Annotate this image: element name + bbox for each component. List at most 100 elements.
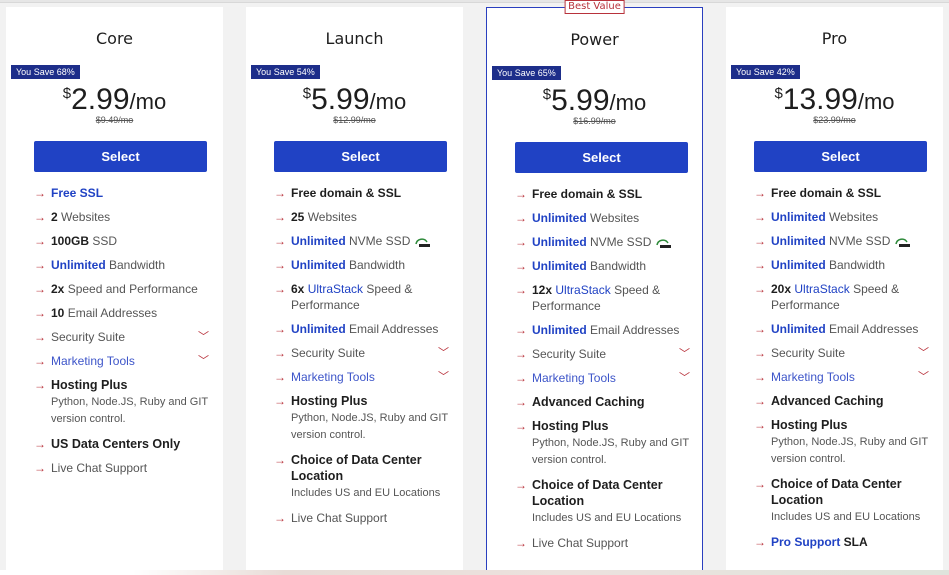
feature-highlight: Unlimited — [51, 258, 106, 272]
select-button[interactable]: Select — [754, 141, 927, 172]
feature-subtext: Python, Node.JS, Ruby and GIT version co… — [532, 437, 689, 466]
feature-dropdown[interactable]: → Marketing Tools ﹀ — [34, 353, 219, 369]
feature-item: → 20x UltraStack Speed & Performance — [754, 281, 939, 313]
feature-highlight: 2x — [51, 282, 65, 296]
feature-item: → 2x Speed and Performance — [34, 281, 219, 297]
arrow-right-icon: → — [515, 478, 527, 492]
arrow-right-icon: → — [274, 370, 286, 384]
feature-text: Bandwidth — [825, 258, 886, 272]
arrow-right-icon: → — [754, 370, 766, 384]
chevron-down-icon[interactable]: ﹀ — [438, 369, 449, 385]
plan-name: Core — [95, 29, 134, 48]
nvme-speed-icon — [654, 237, 672, 249]
feature-item: → Choice of Data Center Location Includes … — [515, 477, 700, 527]
feature-item: → Free domain & SSL — [274, 185, 459, 201]
feature-title: Hosting Plus — [532, 419, 609, 433]
arrow-right-icon: → — [515, 187, 527, 201]
feature-item: → Unlimited Email Addresses — [274, 321, 459, 337]
chevron-down-icon[interactable]: ﹀ — [198, 329, 209, 345]
feature-text: NVMe SSD — [586, 235, 652, 249]
feature-item: → Free SSL — [34, 185, 219, 201]
feature-item: → Pro Support SLA — [754, 534, 939, 550]
price: $5.99/mo — [487, 84, 702, 118]
ultrastack-link[interactable]: UltraStack — [794, 282, 849, 296]
arrow-right-icon: → — [274, 346, 286, 360]
arrow-right-icon: → — [34, 282, 46, 296]
feature-list: → Free SSL → 2 Websites → 100GB SSD → Unlimited… — [34, 185, 219, 484]
feature-subtext: Includes US and EU Locations — [532, 512, 682, 524]
feature-dropdown[interactable]: → Security Suite ﹀ — [34, 329, 219, 345]
feature-highlight: Free domain & SSL — [771, 186, 882, 200]
chevron-down-icon[interactable]: ﹀ — [918, 369, 929, 385]
plan-card-pro: Pro You Save 42% $13.99/mo $23.99/mo Select →… — [726, 7, 943, 575]
plan-card-power: Best Value Power You Save 65% $5.99/mo $16.9… — [486, 0, 703, 575]
feature-dropdown[interactable]: → Marketing Tools ﹀ — [274, 369, 459, 385]
arrow-right-icon: → — [754, 394, 766, 408]
chevron-down-icon[interactable]: ﹀ — [198, 353, 209, 369]
price-period: /mo — [369, 89, 407, 114]
currency-symbol: $ — [542, 86, 552, 103]
ultrastack-link[interactable]: UltraStack — [308, 282, 363, 296]
feature-dropdown[interactable]: → Security Suite ﹀ — [515, 346, 700, 362]
select-button[interactable]: Select — [34, 141, 207, 172]
feature-title: Advanced Caching — [532, 395, 645, 409]
feature-subtext: Includes US and EU Locations — [291, 487, 441, 499]
feature-item: → Hosting Plus Python, Node.JS, Ruby and G… — [274, 393, 459, 444]
feature-highlight: 10 — [51, 306, 65, 320]
bottom-strip — [0, 570, 949, 575]
feature-highlight: 100GB — [51, 234, 90, 248]
feature-text: Bandwidth — [105, 258, 166, 272]
select-button[interactable]: Select — [515, 142, 688, 173]
feature-text: Email Addresses — [586, 323, 680, 337]
feature-item: → Hosting Plus Python, Node.JS, Ruby and G… — [34, 377, 219, 428]
arrow-right-icon: → — [515, 419, 527, 433]
feature-item: → Unlimited NVMe SSD — [515, 234, 700, 250]
feature-highlight: Unlimited — [532, 235, 587, 249]
ultrastack-link[interactable]: UltraStack — [555, 283, 610, 297]
feature-highlight: Unlimited — [291, 234, 346, 248]
feature-highlight: Unlimited — [771, 234, 826, 248]
feature-list: → Free domain & SSL → Unlimited Websites → Un… — [754, 185, 939, 558]
chevron-down-icon[interactable]: ﹀ — [679, 346, 690, 362]
feature-text: Websites — [825, 210, 879, 224]
arrow-right-icon: → — [274, 234, 286, 248]
feature-item: → 2 Websites — [34, 209, 219, 225]
feature-highlight: Free domain & SSL — [291, 186, 402, 200]
feature-item: → Unlimited Websites — [515, 210, 700, 226]
save-badge: You Save 68% — [11, 65, 80, 79]
feature-item: → Unlimited Bandwidth — [754, 257, 939, 273]
feature-dropdown[interactable]: → Security Suite ﹀ — [754, 345, 939, 361]
feature-item: → Choice of Data Center Location Includes … — [274, 452, 459, 502]
plan-name: Power — [570, 30, 619, 49]
feature-highlight: 20x — [771, 282, 792, 296]
nvme-speed-icon — [413, 236, 431, 248]
feature-text: Marketing Tools — [532, 371, 616, 385]
save-badge: You Save 54% — [251, 65, 320, 79]
feature-item: → Unlimited Bandwidth — [515, 258, 700, 274]
feature-subtext: Python, Node.JS, Ruby and GIT version co… — [291, 412, 448, 441]
feature-title: US Data Centers Only — [51, 437, 181, 451]
feature-item: → Unlimited Bandwidth — [274, 257, 459, 273]
feature-item: → Hosting Plus Python, Node.JS, Ruby and G… — [515, 418, 700, 469]
feature-dropdown[interactable]: → Marketing Tools ﹀ — [515, 370, 700, 386]
feature-text: Bandwidth — [345, 258, 406, 272]
chevron-down-icon[interactable]: ﹀ — [438, 345, 449, 361]
arrow-right-icon: → — [274, 511, 286, 525]
feature-text: Live Chat Support — [532, 536, 629, 550]
feature-dropdown[interactable]: → Security Suite ﹀ — [274, 345, 459, 361]
price-amount: 13.99 — [782, 83, 858, 116]
feature-item: → Unlimited NVMe SSD — [274, 233, 459, 249]
feature-text: Email Addresses — [64, 306, 158, 320]
feature-dropdown[interactable]: → Marketing Tools ﹀ — [754, 369, 939, 385]
feature-item: → 6x UltraStack Speed & Performance — [274, 281, 459, 313]
price: $2.99/mo — [6, 83, 223, 117]
chevron-down-icon[interactable]: ﹀ — [679, 370, 690, 386]
feature-text: Websites — [304, 210, 357, 224]
arrow-right-icon: → — [34, 354, 46, 368]
feature-highlight-suffix: SLA — [840, 535, 868, 549]
feature-item: → 10 Email Addresses — [34, 305, 219, 321]
currency-symbol: $ — [62, 85, 72, 102]
feature-highlight: Unlimited — [291, 258, 346, 272]
chevron-down-icon[interactable]: ﹀ — [918, 345, 929, 361]
select-button[interactable]: Select — [274, 141, 447, 172]
